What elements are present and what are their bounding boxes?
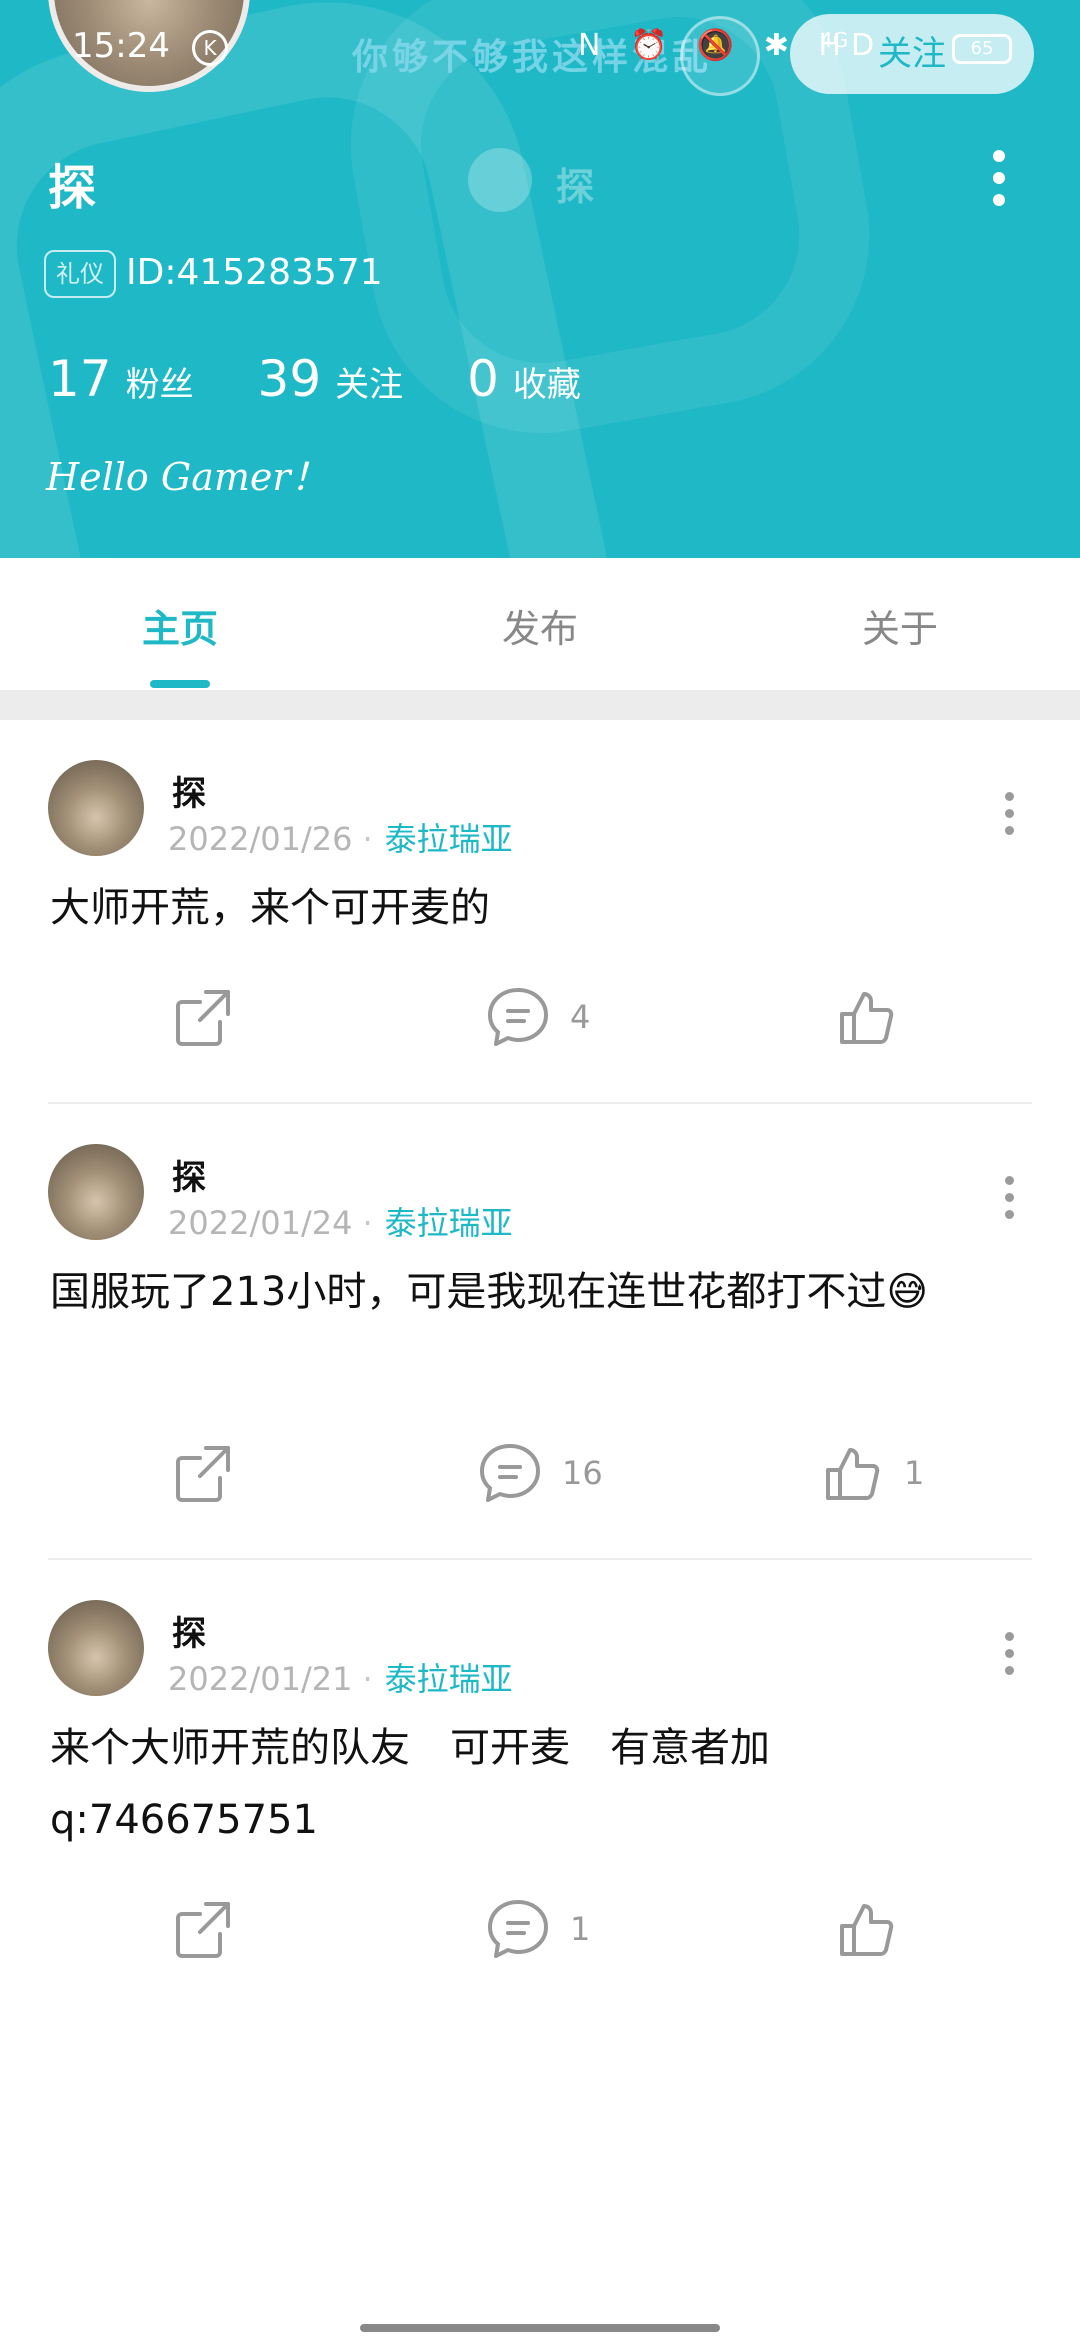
thumbs-up-icon	[840, 1904, 894, 1956]
post-author: 探	[172, 1158, 206, 1198]
post-avatar[interactable]	[48, 1600, 144, 1696]
user-badge: 礼仪	[44, 250, 116, 298]
stat-following[interactable]: 39 关注	[258, 350, 404, 408]
post-avatar[interactable]	[48, 760, 144, 856]
signal-icon: 4G	[820, 28, 849, 52]
post-game-tag[interactable]: 泰拉瑞亚	[385, 1204, 513, 1242]
post-author: 探	[172, 1614, 206, 1654]
post-more-icon[interactable]	[1002, 792, 1016, 843]
post-text: 来个大师开荒的队友 可开麦 有意者加q:746675751	[50, 1725, 770, 1843]
post-text: 大师开荒，来个可开麦的	[50, 885, 490, 931]
share-icon	[176, 1902, 230, 1958]
post-game-tag[interactable]: 泰拉瑞亚	[385, 1660, 513, 1698]
profile-bio: Hello Gamer！	[46, 455, 329, 499]
like-button[interactable]	[836, 1898, 918, 1960]
share-button[interactable]	[172, 986, 234, 1048]
like-button[interactable]: 1	[822, 1442, 924, 1504]
comment-count: 4	[570, 998, 591, 1036]
share-icon	[176, 990, 230, 1046]
like-count: 1	[904, 1454, 925, 1492]
mini-avatar	[468, 148, 532, 212]
home-indicator[interactable]	[360, 2324, 720, 2332]
post-separator	[48, 1558, 1032, 1560]
stat-favorites[interactable]: 0 收藏	[467, 350, 581, 408]
comment-icon	[488, 1900, 548, 1958]
status-bar: 15:24 K 你够不够我这样混乱 N ⏰ 🔕 ✱ HD 关注 4G 65	[0, 0, 1080, 96]
comment-count: 16	[562, 1454, 603, 1492]
post-game-tag[interactable]: 泰拉瑞亚	[385, 820, 513, 858]
profile-username: 探	[48, 160, 97, 216]
user-id: ID:415283571	[126, 252, 383, 293]
section-divider	[0, 690, 1080, 720]
share-icon	[176, 1446, 230, 1502]
battery-icon: 65	[952, 34, 1012, 64]
post-author: 探	[172, 774, 206, 814]
more-options-icon[interactable]	[984, 150, 1014, 210]
stat-fans[interactable]: 17 粉丝	[48, 350, 194, 408]
share-button[interactable]	[172, 1898, 234, 1960]
comment-icon	[480, 1444, 540, 1502]
share-button[interactable]	[172, 1442, 234, 1504]
tab-about[interactable]: 关于	[840, 598, 960, 653]
tab-active-indicator	[150, 680, 210, 688]
post-meta: 2022/01/26 · 泰拉瑞亚	[168, 820, 513, 858]
comment-icon	[488, 988, 548, 1046]
status-time: 15:24	[72, 26, 170, 66]
profile-tabs: 主页 发布 关于	[0, 558, 1080, 690]
tab-posts[interactable]: 发布	[480, 598, 600, 653]
post-separator	[48, 1102, 1032, 1104]
post-more-icon[interactable]	[1002, 1632, 1016, 1683]
thumbs-up-icon	[840, 992, 894, 1044]
comment-count: 1	[570, 1910, 591, 1948]
comment-button[interactable]: 16	[478, 1442, 603, 1504]
post-date: 2022/01/21	[168, 1660, 353, 1698]
post-date: 2022/01/26	[168, 820, 353, 858]
thumbs-up-icon	[826, 1448, 880, 1500]
like-button[interactable]	[836, 986, 918, 1048]
comment-button[interactable]: 1	[486, 1898, 590, 1960]
mini-username: 探	[556, 165, 595, 209]
post-avatar[interactable]	[48, 1144, 144, 1240]
post-meta: 2022/01/21 · 泰拉瑞亚	[168, 1660, 513, 1698]
post-text: 国服玩了213小时，可是我现在连世花都打不过😅	[50, 1269, 929, 1315]
comment-button[interactable]: 4	[486, 986, 590, 1048]
profile-header: 15:24 K 你够不够我这样混乱 N ⏰ 🔕 ✱ HD 关注 4G 65 探 …	[0, 0, 1080, 558]
profile-stats: 17 粉丝 39 关注 0 收藏	[48, 350, 629, 408]
k-icon: K	[192, 30, 228, 66]
post-more-icon[interactable]	[1002, 1176, 1016, 1227]
post-meta: 2022/01/24 · 泰拉瑞亚	[168, 1204, 513, 1242]
post-date: 2022/01/24	[168, 1204, 353, 1242]
tab-home[interactable]: 主页	[120, 598, 240, 653]
